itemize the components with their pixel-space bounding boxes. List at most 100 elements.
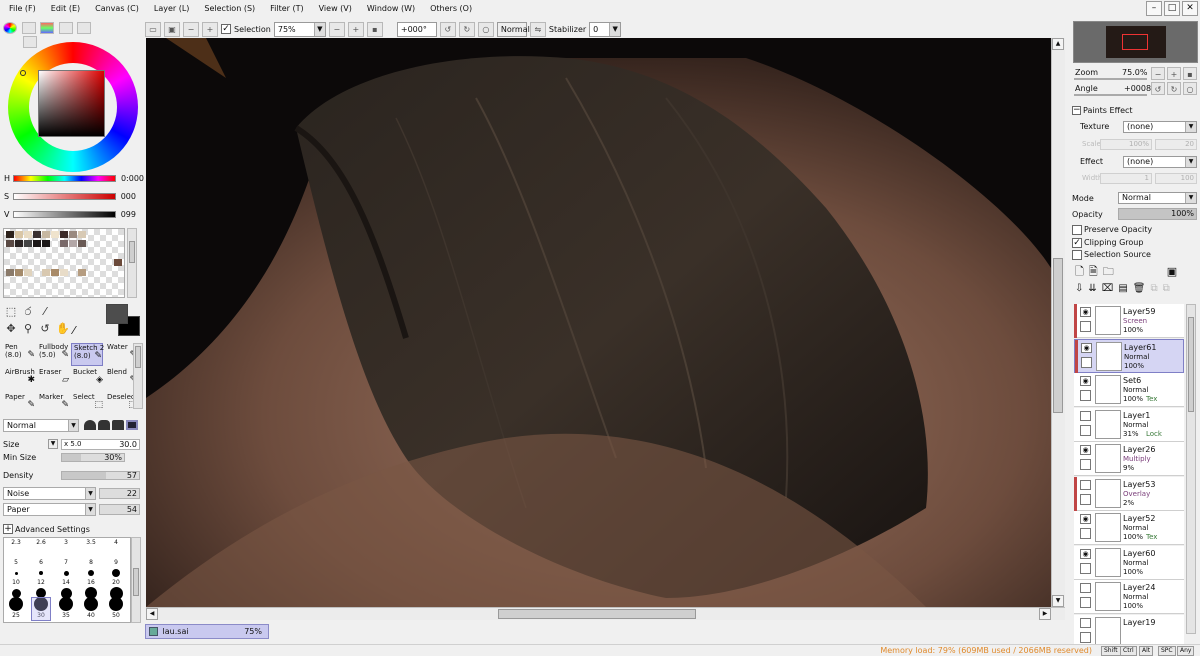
brush-paper[interactable]: Paper ✎ — [3, 393, 35, 416]
brush-shape-round-icon[interactable] — [84, 420, 96, 430]
density-slider[interactable]: 57 — [61, 471, 140, 480]
brush-sketch-2[interactable]: Sketch 2 (8.0) ✎ — [71, 343, 104, 366]
collapse-minus-icon[interactable]: − — [1072, 106, 1081, 115]
nav-zoom-in-icon[interactable]: + — [1167, 67, 1181, 80]
zoom-out-button[interactable]: − — [328, 21, 345, 37]
transfer-down-icon[interactable]: ⇩ — [1075, 283, 1083, 295]
zoom-out-icon[interactable]: − — [183, 21, 199, 37]
scroll-up-icon[interactable]: ▲ — [1052, 38, 1064, 50]
brush-size-dot[interactable] — [59, 597, 73, 611]
hue-slider[interactable] — [13, 175, 116, 182]
preserve-opacity-checkbox[interactable] — [1072, 225, 1082, 235]
swatch-scrollbar[interactable] — [127, 228, 137, 298]
eye-icon[interactable] — [1080, 617, 1091, 628]
layer-row[interactable]: Layer53 Overlay 2% — [1074, 476, 1184, 511]
layer-row[interactable]: ◉ Set6 Normal 100% Tex — [1074, 373, 1184, 407]
group-layers-icon[interactable]: ⧉ — [1150, 283, 1157, 295]
nav-angle-slider[interactable] — [1074, 94, 1147, 96]
lasso-icon[interactable]: ර — [22, 306, 34, 318]
brush-mode-select[interactable]: Normal ▼ — [3, 419, 79, 432]
paint-effect-select[interactable]: (none) ▼ — [1123, 156, 1197, 168]
brush-size-dot[interactable] — [63, 570, 69, 576]
brush-size-dot[interactable] — [9, 597, 23, 611]
magic-wand-icon[interactable]: ⁄ — [39, 306, 51, 318]
menu-item-view[interactable]: View (V) — [310, 0, 358, 18]
paint-texture-select[interactable]: (none) ▼ — [1123, 121, 1197, 133]
noise-strength-slider[interactable]: 22 — [99, 488, 140, 499]
brush-select[interactable]: Select ⬚ — [71, 393, 103, 416]
color-palette-tab-icon[interactable] — [58, 22, 73, 34]
layer-panel-menu-icon[interactable]: ▣ — [1167, 266, 1177, 278]
maximize-button[interactable]: □ — [1164, 1, 1180, 16]
rotate-left-icon[interactable]: ↺ — [439, 21, 456, 37]
brush-size-presets[interactable]: 2.3 2.6 3 3.5 4 5 6 7 8 9 10 12 14 16 20 25 30 35 40 50 — [3, 537, 131, 623]
layer-row[interactable]: ◉ Layer59 Screen 100% — [1074, 304, 1184, 338]
nav-rotate-reset-icon[interactable]: ○ — [1183, 82, 1197, 95]
merge-down-icon[interactable]: ⇊ — [1088, 283, 1096, 295]
saturation-slider[interactable] — [13, 193, 116, 200]
layer-opacity-slider[interactable]: 100% — [1118, 208, 1197, 220]
eyedropper-icon[interactable]: ⁄ — [73, 324, 75, 337]
brush-fullbody[interactable]: Fullbody (5.0) ✎ — [37, 343, 69, 366]
scroll-right-icon[interactable]: ▶ — [1039, 608, 1051, 620]
layer-select-checkbox[interactable] — [1081, 356, 1092, 368]
selection-checkbox[interactable]: ✓ — [221, 24, 231, 34]
layer-select-checkbox[interactable] — [1080, 528, 1091, 539]
eye-icon[interactable]: ◉ — [1080, 445, 1091, 455]
zoom-reset-button[interactable]: ▪ — [366, 21, 383, 37]
zoom-in-icon[interactable]: + — [202, 21, 218, 37]
move-icon[interactable]: ✥ — [5, 323, 17, 335]
brush-scrollbar[interactable] — [133, 343, 143, 409]
layer-row[interactable]: Layer24 Normal 100% — [1074, 580, 1184, 614]
brush-size-dot[interactable] — [109, 597, 123, 611]
brush-shape-flat-icon[interactable] — [112, 420, 124, 430]
eye-icon[interactable]: ◉ — [1080, 376, 1091, 386]
nav-zoom-slider[interactable] — [1074, 78, 1147, 80]
layer-row[interactable]: ◉ Layer52 Normal 100% Tex — [1074, 511, 1184, 545]
min-size-slider[interactable]: 30% — [61, 453, 125, 462]
color-wheel-tab-icon[interactable] — [3, 22, 17, 34]
layer-select-checkbox[interactable] — [1080, 321, 1091, 332]
layer-row[interactable]: ◉ Layer60 Normal 100% — [1074, 545, 1184, 580]
new-layer-icon[interactable]: 🗋 — [1075, 266, 1084, 278]
minimize-button[interactable]: – — [1146, 1, 1162, 16]
brush-size-scroll-thumb[interactable] — [133, 568, 139, 596]
menu-item-window[interactable]: Window (W) — [358, 0, 421, 18]
canvas-horizontal-scrollbar[interactable]: ◀ ▶ — [146, 607, 1065, 620]
texture-strength-slider[interactable]: 54 — [99, 504, 140, 515]
nav-rotate-right-icon[interactable]: ↻ — [1167, 82, 1181, 95]
eye-icon[interactable] — [1080, 583, 1091, 593]
delete-layer-icon[interactable]: 🗑 — [1133, 283, 1146, 295]
swatch-grid[interactable] — [3, 228, 125, 298]
layer-scroll-thumb[interactable] — [1188, 317, 1194, 412]
zoom-icon[interactable]: ⚲ — [22, 323, 34, 335]
brush-shape-square-icon[interactable] — [126, 420, 138, 430]
apply-mask-icon[interactable]: ▤ — [1118, 283, 1127, 295]
layer-select-checkbox[interactable] — [1080, 562, 1091, 574]
scroll-left-icon[interactable]: ◀ — [146, 608, 158, 620]
foreground-color[interactable] — [106, 304, 128, 324]
layer-select-checkbox[interactable] — [1080, 390, 1091, 401]
scroll-down-icon[interactable]: ▼ — [1052, 595, 1064, 607]
advanced-settings-label[interactable]: Advanced Settings — [15, 525, 90, 534]
value-slider[interactable] — [13, 211, 116, 218]
blend-mode-field[interactable]: Normal — [496, 21, 530, 37]
layer-select-checkbox[interactable] — [1080, 459, 1091, 470]
size-slider[interactable]: x 5.0 30.0 — [61, 439, 140, 450]
nav-zoom-out-icon[interactable]: − — [1151, 67, 1165, 80]
eye-icon[interactable] — [1080, 479, 1091, 490]
menu-item-others[interactable]: Others (O) — [421, 0, 478, 18]
close-button[interactable]: ✕ — [1182, 1, 1198, 16]
mixer-tab-icon[interactable] — [77, 22, 92, 34]
expand-plus-icon[interactable]: + — [3, 524, 13, 534]
layer-select-checkbox[interactable] — [1080, 424, 1091, 436]
navigator-preview[interactable] — [1073, 21, 1198, 63]
brush-size-scrollbar[interactable] — [131, 537, 141, 623]
invert-selection-icon[interactable]: ▣ — [164, 21, 180, 37]
rgb-slider-tab-icon[interactable] — [21, 22, 36, 34]
new-linework-layer-icon[interactable]: 🗎 — [1089, 266, 1098, 278]
rect-select-icon[interactable]: ⬚ — [5, 306, 17, 318]
layer-row[interactable]: ◉ Layer61 Normal 100% — [1074, 338, 1184, 374]
flip-horizontal-icon[interactable]: ⇋ — [529, 21, 546, 37]
brush-bucket[interactable]: Bucket ◈ — [71, 368, 103, 391]
